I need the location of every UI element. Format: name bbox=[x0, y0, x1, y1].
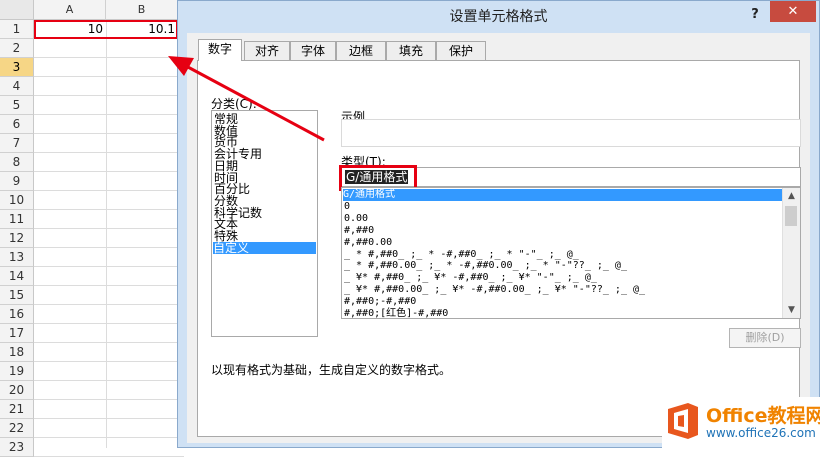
close-icon: ✕ bbox=[787, 4, 799, 19]
format-item[interactable]: #,##0.00 bbox=[344, 237, 392, 249]
row-header[interactable]: 17 bbox=[0, 324, 34, 343]
format-description: 以现有格式为基础，生成自定义的数字格式。 bbox=[211, 363, 452, 377]
row-gridline bbox=[34, 247, 184, 248]
tab-border[interactable]: 边框 bbox=[336, 41, 386, 60]
row-gridline bbox=[34, 76, 184, 77]
row-gridline bbox=[34, 228, 184, 229]
highlight-box-cells bbox=[34, 20, 178, 39]
row-gridline bbox=[34, 266, 184, 267]
format-item[interactable]: _ ¥* #,##0_ ;_ ¥* -#,##0_ ;_ ¥* "-"_ ;_ … bbox=[344, 272, 597, 284]
row-header[interactable]: 10 bbox=[0, 191, 34, 210]
dialog-title: 设置单元格格式 bbox=[449, 9, 548, 25]
column-header-b[interactable]: B bbox=[106, 0, 178, 20]
row-header[interactable]: 21 bbox=[0, 400, 34, 419]
row-header[interactable]: 19 bbox=[0, 362, 34, 381]
row-header[interactable]: 20 bbox=[0, 381, 34, 400]
row-header[interactable]: 1 bbox=[0, 20, 34, 39]
row-gridline bbox=[34, 57, 184, 58]
category-item[interactable]: 日期 bbox=[214, 160, 238, 172]
site-logo: Office教程网 www.office26.com bbox=[662, 397, 820, 448]
tab-font[interactable]: 字体 bbox=[290, 41, 336, 60]
logo-title: Office教程网 bbox=[706, 405, 820, 427]
row-gridline bbox=[34, 342, 184, 343]
tab-fill[interactable]: 填充 bbox=[386, 41, 436, 60]
row-gridline bbox=[34, 285, 184, 286]
dialog-titlebar[interactable]: 设置单元格格式 ? ✕ bbox=[178, 1, 819, 33]
number-tab-panel: 分类(C): 常规 数值 货币 会计专用 日期 时间 百分比 分数 科学记数 文本 特殊 自定义 示例… bbox=[197, 60, 801, 437]
tab-number[interactable]: 数字 bbox=[198, 39, 242, 61]
row-gridline bbox=[34, 152, 184, 153]
column-gridline bbox=[106, 20, 107, 448]
format-cells-dialog: 设置单元格格式 ? ✕ 数字 对齐 字体 边框 填充 保护 分类(C): 常规数… bbox=[177, 0, 820, 448]
dialog-client-area: 数字 对齐 字体 边框 填充 保护 分类(C): 常规 数值 货币 会计专用 日期 时间百… bbox=[187, 33, 810, 443]
row-header[interactable]: 2 bbox=[0, 39, 34, 58]
select-all-corner[interactable] bbox=[0, 0, 34, 20]
row-gridline bbox=[34, 418, 184, 419]
category-list[interactable]: 常规 数值 货币 会计专用 日期 时间 百分比 分数 科学记数 文本 特殊 自定义 bbox=[211, 110, 318, 337]
format-item[interactable]: _ * #,##0.00_ ;_ * -#,##0.00_ ;_ * "-"??… bbox=[344, 260, 627, 272]
scroll-thumb[interactable] bbox=[785, 206, 797, 226]
row-gridline bbox=[34, 361, 184, 362]
row-gridline bbox=[34, 437, 184, 438]
format-list[interactable]: G/通用格式 0 0.00 #,##0 #,##0.00 _ * #,##0_ ;_ * … bbox=[341, 187, 801, 319]
row-header[interactable]: 4 bbox=[0, 77, 34, 96]
format-item[interactable]: #,##0;-#,##0 bbox=[344, 296, 416, 308]
format-list-scrollbar[interactable]: ▲ ▼ bbox=[782, 188, 800, 318]
row-header[interactable]: 18 bbox=[0, 343, 34, 362]
logo-url: www.office26.com bbox=[706, 426, 816, 440]
tab-alignment[interactable]: 对齐 bbox=[244, 41, 290, 60]
row-header[interactable]: 7 bbox=[0, 134, 34, 153]
help-button[interactable]: ? bbox=[744, 3, 766, 27]
scroll-up-icon[interactable]: ▲ bbox=[783, 188, 800, 204]
row-gridline bbox=[34, 190, 184, 191]
row-header[interactable]: 13 bbox=[0, 248, 34, 267]
scroll-down-icon[interactable]: ▼ bbox=[783, 302, 800, 318]
format-item[interactable]: G/通用格式 bbox=[343, 189, 783, 201]
row-gridline bbox=[34, 380, 184, 381]
row-header[interactable]: 22 bbox=[0, 419, 34, 438]
row-header[interactable]: 14 bbox=[0, 267, 34, 286]
row-header[interactable]: 6 bbox=[0, 115, 34, 134]
row-header[interactable]: 12 bbox=[0, 229, 34, 248]
tab-protection[interactable]: 保护 bbox=[436, 41, 486, 60]
row-header[interactable]: 9 bbox=[0, 172, 34, 191]
row-header[interactable]: 11 bbox=[0, 210, 34, 229]
format-item[interactable]: #,##0;[红色]-#,##0 bbox=[344, 308, 448, 318]
row-header[interactable]: 5 bbox=[0, 96, 34, 115]
row-gridline bbox=[34, 209, 184, 210]
row-header[interactable]: 8 bbox=[0, 153, 34, 172]
row-gridline bbox=[34, 171, 184, 172]
office-logo-icon bbox=[668, 403, 698, 439]
row-gridline bbox=[34, 304, 184, 305]
row-gridline bbox=[34, 399, 184, 400]
row-gridline bbox=[34, 133, 184, 134]
row-header[interactable]: 15 bbox=[0, 286, 34, 305]
close-button[interactable]: ✕ bbox=[770, 1, 816, 22]
delete-button[interactable]: 删除(D) bbox=[729, 328, 801, 348]
category-item[interactable]: 自定义 bbox=[213, 241, 316, 254]
format-item[interactable]: 0.00 bbox=[344, 213, 368, 225]
row-gridline bbox=[34, 95, 184, 96]
format-item[interactable]: _ * #,##0_ ;_ * -#,##0_ ;_ * "-"_ ;_ @_ bbox=[344, 249, 579, 261]
format-item[interactable]: #,##0 bbox=[344, 225, 374, 237]
format-item[interactable]: 0 bbox=[344, 201, 350, 213]
row-header[interactable]: 3 bbox=[0, 58, 34, 77]
format-item[interactable]: _ ¥* #,##0.00_ ;_ ¥* -#,##0.00_ ;_ ¥* "-… bbox=[344, 284, 645, 296]
sample-box bbox=[341, 119, 801, 147]
column-header-a[interactable]: A bbox=[34, 0, 106, 20]
row-gridline bbox=[34, 114, 184, 115]
row-header[interactable]: 16 bbox=[0, 305, 34, 324]
row-gridline bbox=[34, 323, 184, 324]
